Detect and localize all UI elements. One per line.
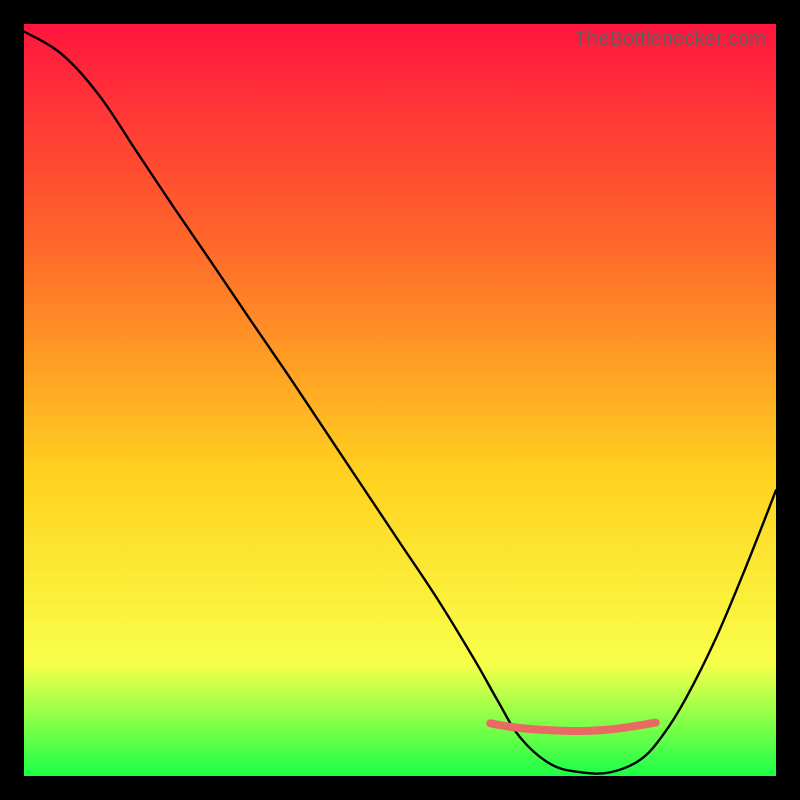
chart-frame: TheBottlenecker.com bbox=[24, 24, 776, 776]
watermark-text: TheBottlenecker.com bbox=[574, 28, 766, 51]
bottleneck-chart bbox=[24, 24, 776, 776]
gradient-background bbox=[24, 24, 776, 776]
